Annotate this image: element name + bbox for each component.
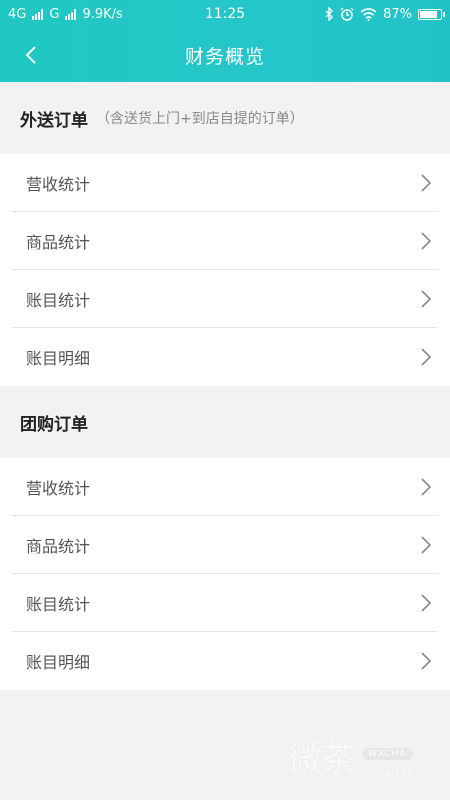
list-item-account-stats[interactable]: 账目统计: [12, 574, 438, 632]
list-item-product-stats[interactable]: 商品统计: [12, 212, 438, 270]
item-label: 账目明细: [26, 653, 91, 672]
back-button[interactable]: [14, 38, 48, 72]
battery-percent: 87%: [383, 6, 412, 22]
chevron-right-icon: [420, 593, 434, 613]
section-title: 外送订单: [20, 110, 88, 131]
list-item-account-stats[interactable]: 账目统计: [12, 270, 438, 328]
watermark-domain: .com: [368, 760, 413, 781]
chevron-right-icon: [420, 231, 434, 251]
battery-level: [420, 10, 437, 18]
item-label: 商品统计: [26, 536, 91, 556]
list-item-account-details[interactable]: 账目明细: [12, 632, 438, 690]
status-left: 4G G 9.9K/s: [8, 7, 123, 22]
section-header-group-buy: 团购订单: [0, 386, 450, 458]
status-right: 87%: [325, 6, 445, 22]
bluetooth-icon: [325, 7, 334, 21]
network-speed: 9.9K/s: [82, 6, 123, 22]
app-header: 4G G 9.9K/s 11:25 87% 财务概览: [0, 0, 450, 82]
chevron-left-icon: [25, 46, 36, 64]
chevron-right-icon: [420, 289, 434, 309]
chevron-right-icon: [420, 477, 434, 497]
group-buy-order-list: 营收统计 商品统计 账目统计 账目明细: [0, 458, 450, 690]
watermark-logo: 微茶 WXCHA .com: [288, 732, 413, 781]
item-label: 账目统计: [26, 594, 91, 614]
list-item-revenue-stats[interactable]: 营收统计: [12, 458, 438, 516]
section-title: 团购订单: [20, 414, 88, 435]
chevron-right-icon: [420, 535, 434, 555]
network-2-label: G: [49, 6, 60, 22]
delivery-order-list: 营收统计 商品统计 账目统计 账目明细: [0, 154, 450, 386]
battery-icon: [418, 8, 445, 20]
page-title: 财务概览: [184, 45, 265, 68]
list-item-product-stats[interactable]: 商品统计: [12, 516, 438, 574]
chevron-right-icon: [420, 347, 434, 367]
item-label: 账目统计: [26, 290, 91, 310]
list-item-revenue-stats[interactable]: 营收统计: [12, 154, 438, 212]
signal-2-icon: [65, 8, 77, 20]
signal-1-icon: [32, 8, 44, 20]
item-label: 营收统计: [26, 478, 91, 498]
status-bar: 4G G 9.9K/s 11:25 87%: [0, 0, 450, 28]
section-header-delivery: 外送订单 （含送货上门+到店自提的订单）: [0, 82, 450, 154]
chevron-right-icon: [420, 173, 434, 193]
item-label: 营收统计: [26, 174, 91, 194]
chevron-right-icon: [420, 651, 434, 671]
item-label: 账目明细: [26, 349, 91, 368]
watermark-text: 微茶: [288, 740, 356, 780]
network-1-label: 4G: [8, 6, 27, 22]
item-label: 商品统计: [26, 232, 91, 252]
wifi-icon: [360, 7, 377, 21]
title-bar: 财务概览: [0, 28, 450, 82]
section-note: （含送货上门+到店自提的订单）: [96, 111, 304, 127]
alarm-icon: [340, 7, 354, 21]
watermark-right: WXCHA .com: [362, 748, 413, 781]
list-item-account-details[interactable]: 账目明细: [12, 328, 438, 386]
watermark-badge: WXCHA: [362, 748, 413, 760]
